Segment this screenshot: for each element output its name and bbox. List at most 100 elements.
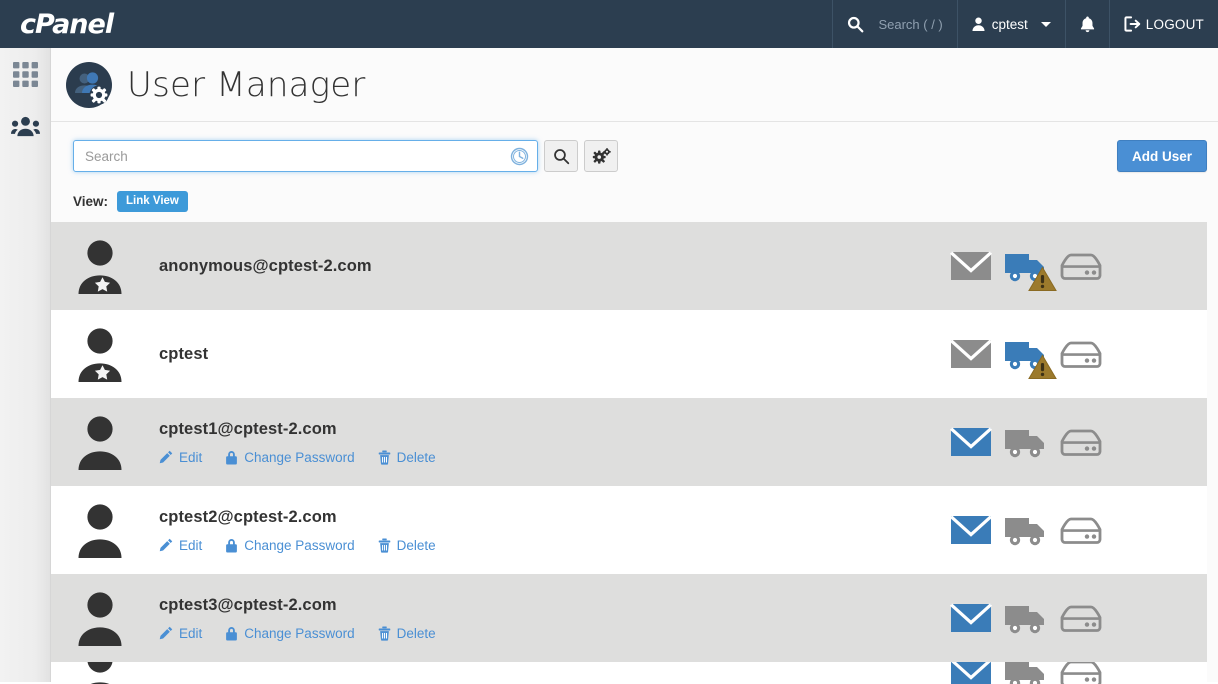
delivery-service[interactable] (1004, 337, 1057, 379)
search-icon (847, 16, 864, 33)
left-sidebar (0, 48, 51, 682)
avatar-cell (51, 237, 145, 295)
delivery-service[interactable] (1004, 425, 1048, 459)
user-name: cptest2@cptest-2.com (159, 507, 337, 526)
user-name: cptest1@cptest-2.com (159, 419, 337, 438)
user-menu-label: cptest (991, 16, 1028, 32)
user-row[interactable]: cptest3@cptest-2.com Edit Change Password D… (51, 574, 1207, 662)
user-manager-gear-icon (66, 61, 112, 108)
view-option-link-view[interactable]: Link View (117, 190, 188, 212)
avatar (71, 413, 129, 471)
cpanel-logo[interactable]: cPanel (20, 9, 150, 40)
pencil-icon (159, 626, 173, 640)
trash-icon (378, 625, 391, 641)
services-cell (937, 601, 1207, 635)
edit-link[interactable]: Edit (159, 450, 202, 465)
disk-service[interactable] (1059, 513, 1103, 547)
edit-label: Edit (179, 625, 203, 641)
user-info-cell: cptest (145, 345, 937, 364)
trash-icon (378, 537, 391, 553)
user-info-cell: anonymous@cptest-2.com (145, 257, 937, 276)
disk-service[interactable] (1059, 662, 1103, 684)
global-search[interactable]: Search ( / ) (833, 0, 956, 48)
avatar-cell (51, 501, 145, 559)
email-service[interactable] (949, 249, 993, 283)
delivery-service[interactable] (1004, 513, 1048, 547)
delete-label: Delete (396, 625, 436, 641)
services-cell (937, 425, 1207, 459)
lock-icon (225, 626, 238, 641)
user-name: cptest (159, 344, 209, 363)
avatar-cell (51, 662, 145, 684)
search-input[interactable] (74, 141, 537, 171)
edit-label: Edit (179, 449, 203, 465)
search-input-group (73, 140, 618, 172)
user-row[interactable]: cptest2@cptest-2.com Edit Change Password D… (51, 486, 1207, 574)
email-service[interactable] (949, 601, 993, 635)
user-info-cell: cptest1@cptest-2.com Edit Change Password D… (145, 420, 937, 465)
services-cell (937, 662, 1207, 684)
lock-icon (225, 450, 238, 465)
logout-button[interactable]: LOGOUT (1110, 0, 1218, 48)
user-info-cell: cptest2@cptest-2.com Edit Change Password D… (145, 508, 937, 553)
avatar (71, 662, 129, 684)
email-service[interactable] (949, 337, 993, 371)
services-cell (937, 513, 1207, 547)
user-menu[interactable]: cptest (958, 0, 1065, 48)
services-cell (937, 337, 1207, 379)
email-service[interactable] (949, 425, 993, 459)
email-service[interactable] (949, 513, 993, 547)
disk-service[interactable] (1059, 601, 1103, 635)
user-actions: Edit Change Password Delete (159, 450, 937, 465)
bell-icon (1080, 15, 1095, 33)
disk-service[interactable] (1059, 425, 1103, 459)
change-password-link[interactable]: Change Password (225, 450, 355, 465)
search-box[interactable] (73, 140, 538, 172)
user-actions: Edit Change Password Delete (159, 626, 937, 641)
change-password-link[interactable]: Change Password (225, 625, 355, 641)
avatar-cell (51, 413, 145, 471)
sidebar-item-home-grid[interactable] (0, 48, 51, 100)
clock-history-icon[interactable] (510, 147, 529, 166)
global-search-input[interactable]: Search ( / ) (878, 17, 942, 32)
chevron-down-icon (1040, 21, 1051, 27)
delivery-service[interactable] (1004, 662, 1048, 684)
edit-link[interactable]: Edit (159, 538, 202, 553)
user-row[interactable]: anonymous@cptest-2.com (51, 222, 1207, 310)
delete-link[interactable]: Delete (378, 626, 436, 641)
user-row[interactable]: cptest1@cptest-2.com Edit Change Password D… (51, 398, 1207, 486)
sidebar-item-user-manager[interactable] (0, 100, 51, 152)
disk-service[interactable] (1059, 337, 1103, 371)
user-name: cptest3@cptest-2.com (159, 595, 337, 614)
search-submit-button[interactable] (544, 140, 578, 172)
gears-icon (592, 147, 611, 165)
user-actions: Edit Change Password Delete (159, 538, 937, 553)
delivery-service[interactable] (1004, 249, 1057, 291)
search-toolbar: Add User (51, 122, 1218, 186)
change-password-label: Change Password (244, 625, 355, 641)
user-name: anonymous@cptest-2.com (159, 256, 372, 275)
edit-link[interactable]: Edit (159, 626, 202, 641)
avatar (71, 589, 129, 647)
user-row[interactable]: cptest (51, 310, 1207, 398)
user-row[interactable] (51, 662, 1207, 684)
delete-label: Delete (396, 537, 436, 553)
page-header: User Manager (51, 48, 1218, 122)
email-service[interactable] (949, 662, 993, 684)
notifications-button[interactable] (1066, 0, 1109, 48)
change-password-link[interactable]: Change Password (225, 537, 355, 553)
grid-apps-icon (13, 61, 38, 87)
view-selector: View: Link View (51, 186, 1218, 216)
view-label: View: (73, 193, 109, 209)
avatar (71, 237, 129, 295)
delete-label: Delete (396, 449, 436, 465)
user-icon (972, 17, 985, 31)
delete-link[interactable]: Delete (378, 450, 436, 465)
avatar (71, 501, 129, 559)
settings-button[interactable] (584, 140, 618, 172)
delete-link[interactable]: Delete (378, 538, 436, 553)
delivery-service[interactable] (1004, 601, 1048, 635)
change-password-label: Change Password (244, 537, 355, 553)
disk-service[interactable] (1059, 249, 1103, 283)
add-user-button[interactable]: Add User (1116, 140, 1207, 172)
